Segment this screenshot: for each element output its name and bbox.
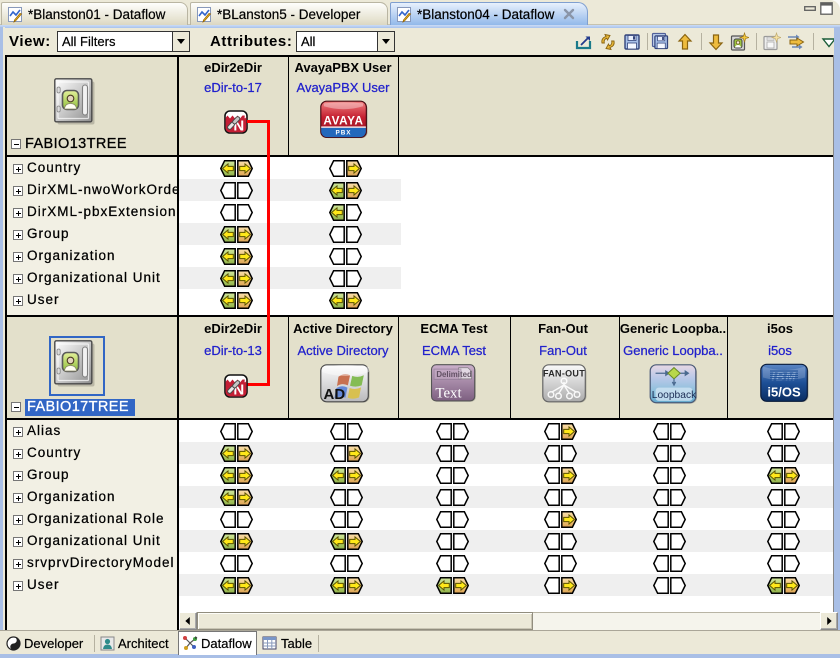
svg-text:FAN-OUT: FAN-OUT (543, 369, 585, 379)
svg-text:Loopback: Loopback (652, 390, 697, 401)
svg-text:Text: Text (435, 385, 462, 401)
svg-text:IBM: IBM (772, 370, 797, 384)
svg-text:i5/OS: i5/OS (767, 385, 801, 400)
svg-text:Delimited: Delimited (436, 370, 472, 379)
svg-text:AD: AD (324, 386, 346, 403)
svg-text:PBX: PBX (336, 130, 352, 137)
svg-text:AVAYA: AVAYA (323, 114, 363, 127)
